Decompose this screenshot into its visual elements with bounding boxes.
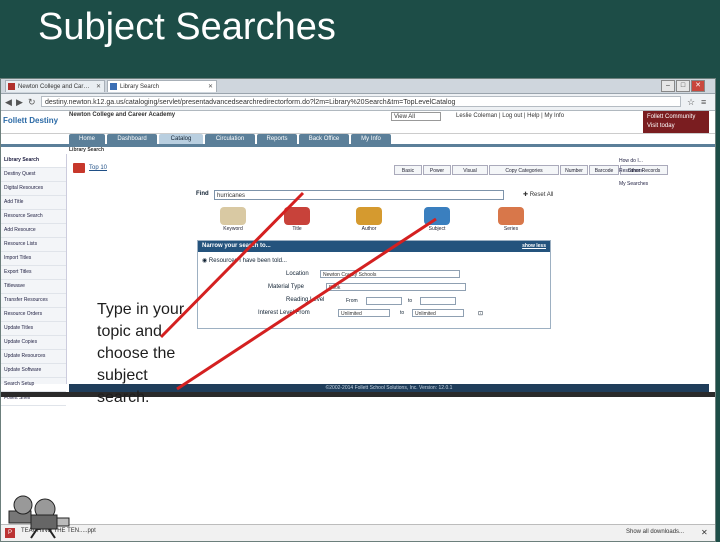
browser-screenshot: Newton College and Car… ✕ Library Search… — [0, 78, 716, 542]
arrow-line-to-subject — [176, 217, 437, 391]
projector-icon — [8, 495, 70, 539]
annotation-lines — [159, 191, 437, 391]
slide-title: Subject Searches — [38, 6, 336, 48]
arrow-line-to-find — [159, 191, 305, 339]
